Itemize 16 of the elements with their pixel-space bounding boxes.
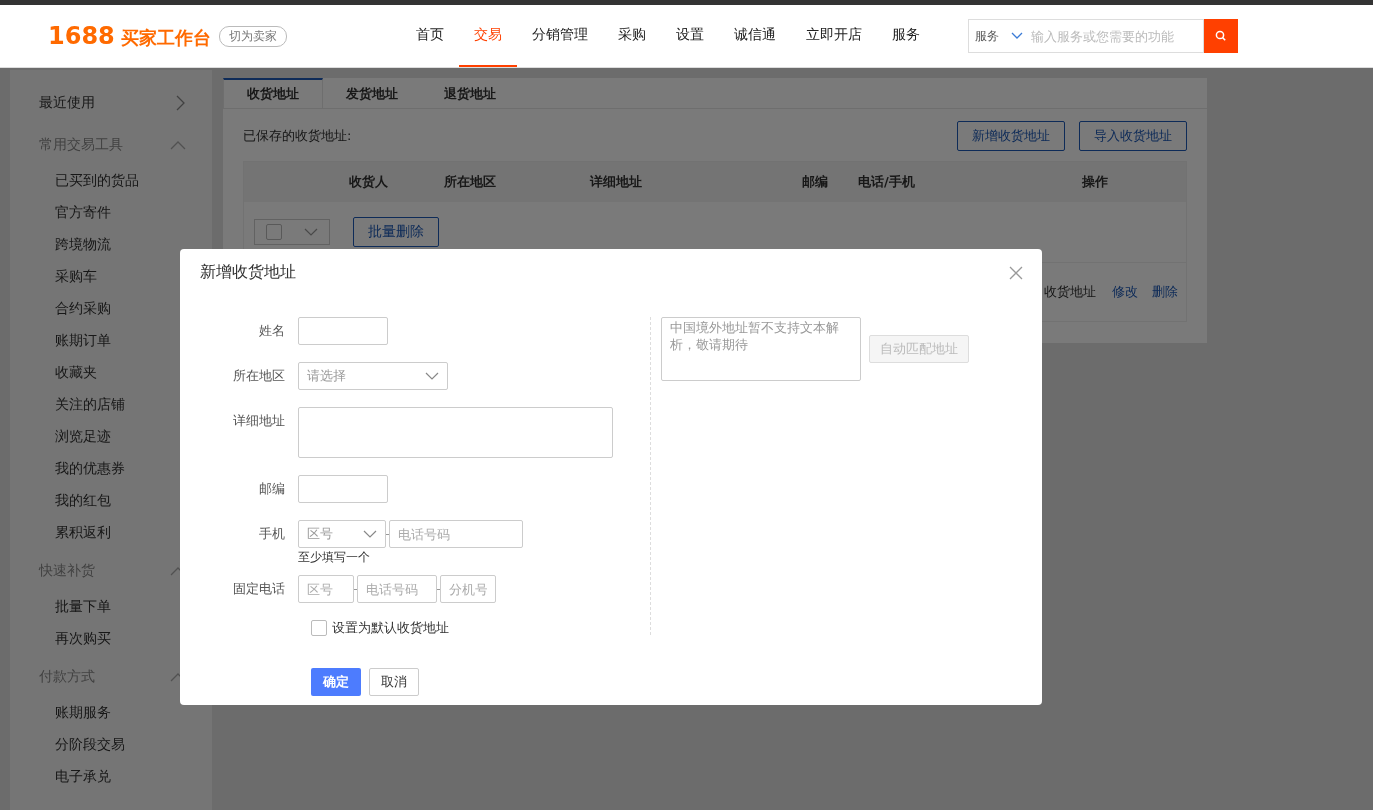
field-label: 姓名: [258, 322, 286, 340]
field-label: 固定电话: [232, 580, 286, 598]
column-header: 详细地址: [590, 173, 643, 191]
dialog-title: 新增收货地址: [200, 262, 296, 283]
field-label: 详细地址: [232, 412, 286, 430]
column-header: 收货人: [349, 173, 389, 191]
column-header: 所在地区: [444, 173, 497, 191]
hint-text: 至少填写一个: [298, 549, 371, 566]
table-cell: 收货地址: [1044, 283, 1096, 301]
column-header: 操作: [1082, 173, 1109, 191]
field-label: 所在地区: [232, 367, 286, 385]
column-header: 邮编: [802, 173, 829, 191]
field-label: 手机: [258, 525, 286, 543]
column-header: 电话/手机: [858, 173, 916, 191]
saved-address-label: 已保存的收货地址:: [243, 127, 352, 145]
field-label: 邮编: [258, 480, 286, 498]
